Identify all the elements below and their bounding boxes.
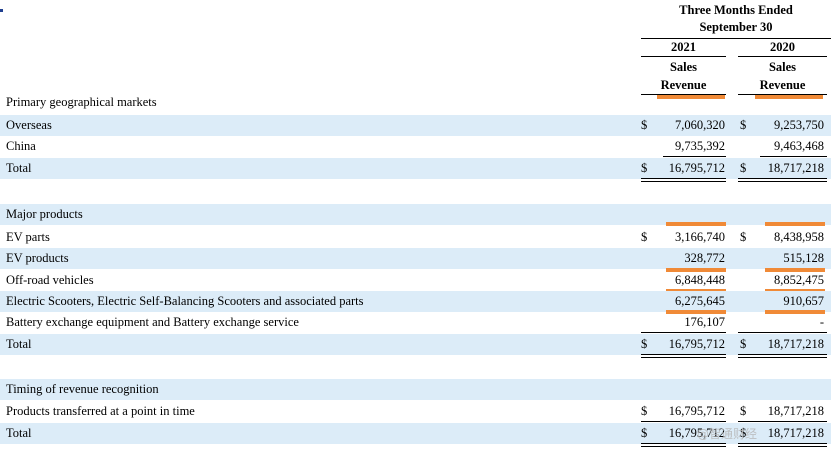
period-line1: Three Months Ended bbox=[679, 3, 793, 17]
value-2020: - bbox=[819, 315, 824, 329]
row-label: Total bbox=[6, 337, 32, 351]
value-2021: 16,795,712 bbox=[668, 404, 725, 418]
row-label: Products transferred at a point in time bbox=[6, 404, 195, 418]
year-2020-header: 2020 bbox=[770, 40, 795, 54]
subtotal-rule-2020 bbox=[738, 332, 827, 333]
value-2020: 18,717,218 bbox=[767, 337, 824, 351]
year2-rule bbox=[738, 56, 827, 57]
total-double-rule bbox=[641, 446, 726, 447]
value-2020: 9,253,750 bbox=[774, 118, 824, 132]
table-row: Overseas $ 7,060,320 $ 9,253,750 bbox=[0, 115, 831, 136]
row-label: Overseas bbox=[6, 118, 52, 132]
row-label: EV products bbox=[6, 251, 69, 265]
row-label: Battery exchange equipment and Battery e… bbox=[6, 315, 299, 329]
value-2021: 6,848,448 bbox=[675, 273, 725, 287]
total-double-rule bbox=[738, 357, 827, 358]
value-2021: 328,772 bbox=[684, 251, 725, 265]
subtotal-rule-2021 bbox=[641, 332, 726, 333]
value-2021: 7,060,320 bbox=[675, 118, 725, 132]
table-row: China 9,735,392 9,463,468 bbox=[0, 136, 831, 157]
total-double-rule bbox=[738, 181, 827, 182]
corner-mark bbox=[0, 9, 3, 12]
table-row: EV products 328,772 515,128 bbox=[0, 248, 831, 269]
value-2020: 18,717,218 bbox=[767, 404, 824, 418]
year1-rule bbox=[641, 56, 726, 57]
table-row: EV parts $ 3,166,740 $ 8,438,958 bbox=[0, 227, 831, 248]
table-row: Off-road vehicles 6,848,448 8,852,475 bbox=[0, 270, 831, 291]
table-row: Battery exchange equipment and Battery e… bbox=[0, 312, 831, 333]
subtotal-rule-2021 bbox=[641, 421, 726, 422]
year-2021-header: 2021 bbox=[671, 40, 696, 54]
col2-sales-label: Sales bbox=[768, 60, 797, 74]
row-label: EV parts bbox=[6, 230, 50, 244]
total-double-rule bbox=[641, 357, 726, 358]
section-title-row: Primary geographical markets bbox=[0, 92, 831, 113]
total-double-rule bbox=[641, 178, 726, 179]
table-row-total: Total $ 16,795,712 $ 18,717,218 bbox=[0, 334, 831, 355]
row-label: Total bbox=[6, 161, 32, 175]
value-2020: 910,657 bbox=[783, 294, 824, 308]
subtotal-rule-2021 bbox=[663, 156, 726, 157]
section-title: Major products bbox=[6, 207, 83, 221]
value-2021: 16,795,712 bbox=[668, 161, 725, 175]
section-title-row: Timing of revenue recognition bbox=[0, 379, 831, 400]
subtotal-rule-2020 bbox=[760, 156, 827, 157]
value-2020: 9,463,468 bbox=[774, 139, 824, 153]
period-line2: September 30 bbox=[699, 20, 773, 34]
value-2020: 8,438,958 bbox=[774, 230, 824, 244]
value-highlight bbox=[666, 222, 726, 226]
value-2021: 176,107 bbox=[684, 315, 725, 329]
watermark: @智通财经 bbox=[697, 427, 758, 441]
section-title: Timing of revenue recognition bbox=[6, 382, 159, 396]
total-double-rule bbox=[641, 354, 726, 355]
section-title: Primary geographical markets bbox=[6, 95, 157, 109]
period-header: Three Months Ended September 30 bbox=[641, 2, 831, 36]
total-double-rule bbox=[641, 443, 726, 444]
value-highlight bbox=[765, 222, 825, 226]
value-2020: 18,717,218 bbox=[767, 161, 824, 175]
col1-sales-label: Sales bbox=[669, 60, 698, 74]
total-double-rule bbox=[738, 354, 827, 355]
subtotal-rule-2020 bbox=[738, 421, 827, 422]
row-label: Off-road vehicles bbox=[6, 273, 94, 287]
total-double-rule bbox=[738, 446, 827, 447]
total-double-rule bbox=[738, 443, 827, 444]
table-row: Products transferred at a point in time … bbox=[0, 401, 831, 422]
row-label: Total bbox=[6, 426, 32, 440]
row-label: China bbox=[6, 139, 36, 153]
value-2021: 16,795,712 bbox=[668, 337, 725, 351]
total-double-rule bbox=[738, 178, 827, 179]
value-2021: 3,166,740 bbox=[675, 230, 725, 244]
value-2021: 9,735,392 bbox=[675, 139, 725, 153]
total-double-rule bbox=[641, 181, 726, 182]
value-2020: 8,852,475 bbox=[774, 273, 824, 287]
value-2021: 6,275,645 bbox=[675, 294, 725, 308]
table-row: Electric Scooters, Electric Self-Balanci… bbox=[0, 291, 831, 312]
value-2020: 515,128 bbox=[783, 251, 824, 265]
row-label: Electric Scooters, Electric Self-Balanci… bbox=[6, 294, 364, 308]
table-row-total: Total $ 16,795,712 $ 18,717,218 bbox=[0, 158, 831, 179]
